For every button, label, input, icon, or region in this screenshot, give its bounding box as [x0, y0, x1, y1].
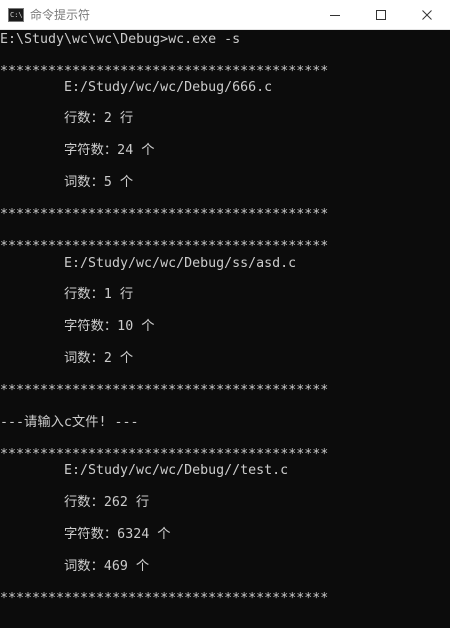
- window-title: 命令提示符: [30, 8, 91, 22]
- word-count: 词数：5 个: [64, 175, 134, 190]
- file-path: E:/Study/wc/wc/Debug/ss/asd.c: [64, 256, 297, 271]
- close-icon: [422, 10, 432, 20]
- minimize-icon: [330, 15, 340, 16]
- close-button[interactable]: [404, 0, 450, 30]
- char-count: 字符数：24 个: [64, 143, 155, 158]
- notice-line: ---请输入c文件! ---: [0, 415, 139, 430]
- file-path: E:/Study/wc/wc/Debug//test.c: [64, 463, 289, 478]
- maximize-icon: [376, 10, 386, 20]
- separator-line: ****************************************…: [0, 207, 329, 222]
- cmd-icon: C:\: [8, 8, 24, 22]
- command-prompt-window: C:\ 命令提示符 E:\Study\wc\wc\Debug>wc.exe -s…: [0, 0, 450, 628]
- maximize-button[interactable]: [358, 0, 404, 30]
- char-count: 字符数：6324 个: [64, 527, 171, 542]
- separator-line: ****************************************…: [0, 383, 329, 398]
- line-count: 行数：262 行: [64, 495, 150, 510]
- word-count: 词数：2 个: [64, 351, 134, 366]
- separator-line: ****************************************…: [0, 591, 329, 606]
- console-output[interactable]: E:\Study\wc\wc\Debug>wc.exe -s *********…: [0, 30, 450, 628]
- line-count: 行数：1 行: [64, 287, 134, 302]
- command-prompt-line: E:\Study\wc\wc\Debug>wc.exe -s: [0, 32, 241, 47]
- minimize-button[interactable]: [312, 0, 358, 30]
- line-count: 行数：2 行: [64, 111, 134, 126]
- title-bar[interactable]: C:\ 命令提示符: [0, 0, 450, 30]
- char-count: 字符数：10 个: [64, 319, 155, 334]
- file-path: E:/Study/wc/wc/Debug/666.c: [64, 80, 273, 95]
- word-count: 词数：469 个: [64, 559, 150, 574]
